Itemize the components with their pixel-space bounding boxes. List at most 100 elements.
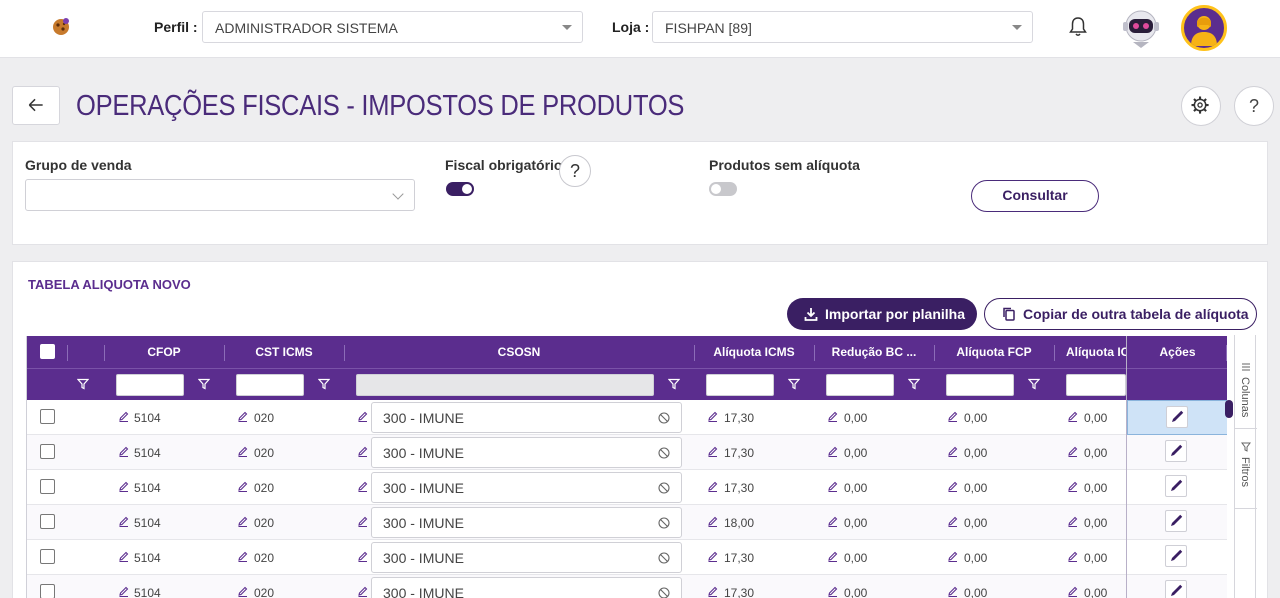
col-header-aliquota-fcp[interactable]: Alíquota FCP <box>934 336 1054 369</box>
cell-fcp[interactable]: 0,00 <box>964 446 987 460</box>
col-header-csosn[interactable]: CSOSN <box>344 336 694 369</box>
filter-icon[interactable] <box>77 378 89 390</box>
filter-icon[interactable] <box>318 378 330 390</box>
csosn-select[interactable]: 300 - IMUNE <box>371 402 682 433</box>
clear-icon[interactable] <box>658 447 670 459</box>
cell-cst[interactable]: 020 <box>254 446 274 460</box>
cell-aliq-icms[interactable]: 17,30 <box>724 551 754 565</box>
cell-cst[interactable]: 020 <box>254 411 274 425</box>
assistant-robot-icon[interactable] <box>1120 6 1162 50</box>
row-checkbox[interactable] <box>40 444 55 459</box>
cell-cfop[interactable]: 5104 <box>134 516 161 530</box>
edit-row-button[interactable] <box>1165 510 1187 532</box>
cell-aliq-icms[interactable]: 17,30 <box>724 446 754 460</box>
cell-reducao[interactable]: 0,00 <box>844 516 867 530</box>
app-logo-icon[interactable] <box>50 15 72 37</box>
copy-table-button[interactable]: Copiar de outra tabela de alíquota <box>984 298 1257 330</box>
cell-aliq-ic[interactable]: 0,00 <box>1084 446 1107 460</box>
filter-icon[interactable] <box>198 378 210 390</box>
cell-fcp[interactable]: 0,00 <box>964 481 987 495</box>
cell-reducao[interactable]: 0,00 <box>844 551 867 565</box>
bell-icon[interactable] <box>1068 16 1088 38</box>
cell-aliq-ic[interactable]: 0,00 <box>1084 586 1107 598</box>
edit-row-button[interactable] <box>1165 580 1187 598</box>
cell-aliq-ic[interactable]: 0,00 <box>1084 551 1107 565</box>
filter-icon[interactable] <box>908 378 920 390</box>
horizontal-scroll-thumb[interactable] <box>1225 400 1233 418</box>
cell-cfop[interactable]: 5104 <box>134 551 161 565</box>
consultar-button[interactable]: Consultar <box>971 180 1099 212</box>
cell-cst[interactable]: 020 <box>254 551 274 565</box>
table-row[interactable]: 5104 020 18,00 0,00 0,00 0,00 300 - IMUNE <box>27 505 1227 540</box>
aliquota-ic-filter-input[interactable] <box>1066 374 1126 396</box>
cell-cst[interactable]: 020 <box>254 516 274 530</box>
clear-icon[interactable] <box>658 482 670 494</box>
columns-tab[interactable]: Colunas <box>1235 359 1257 429</box>
csosn-select[interactable]: 300 - IMUNE <box>371 542 682 573</box>
cell-cfop[interactable]: 5104 <box>134 411 161 425</box>
cell-aliq-icms[interactable]: 17,30 <box>724 411 754 425</box>
table-row[interactable]: 5104 020 17,30 0,00 0,00 0,00 300 - IMUNE <box>27 575 1227 598</box>
cell-aliq-ic[interactable]: 0,00 <box>1084 411 1107 425</box>
filter-icon[interactable] <box>1028 378 1040 390</box>
cell-fcp[interactable]: 0,00 <box>964 586 987 598</box>
row-checkbox[interactable] <box>40 549 55 564</box>
cst-icms-filter-input[interactable] <box>236 374 304 396</box>
clear-icon[interactable] <box>658 412 670 424</box>
cell-cst[interactable]: 020 <box>254 586 274 598</box>
table-row[interactable]: 5104 020 17,30 0,00 0,00 0,00 300 - IMUNE <box>27 435 1227 470</box>
cell-fcp[interactable]: 0,00 <box>964 551 987 565</box>
grupo-venda-select[interactable] <box>25 179 415 211</box>
select-all-checkbox[interactable] <box>40 344 55 359</box>
edit-row-button[interactable] <box>1166 406 1188 428</box>
produtos-sem-aliquota-toggle[interactable] <box>709 182 737 196</box>
cell-reducao[interactable]: 0,00 <box>844 586 867 598</box>
csosn-select[interactable]: 300 - IMUNE <box>371 437 682 468</box>
filters-tab[interactable]: Filtros <box>1235 439 1257 509</box>
cell-aliq-icms[interactable]: 18,00 <box>724 516 754 530</box>
csosn-select[interactable]: 300 - IMUNE <box>371 507 682 538</box>
clear-icon[interactable] <box>658 517 670 529</box>
clear-icon[interactable] <box>658 552 670 564</box>
row-checkbox[interactable] <box>40 479 55 494</box>
col-header-cst-icms[interactable]: CST ICMS <box>224 336 344 369</box>
settings-button[interactable] <box>1181 86 1221 126</box>
clear-icon[interactable] <box>658 587 670 598</box>
help-button[interactable]: ? <box>1234 86 1274 126</box>
cell-reducao[interactable]: 0,00 <box>844 411 867 425</box>
loja-select[interactable]: FISHPAN [89] <box>652 11 1033 43</box>
cell-reducao[interactable]: 0,00 <box>844 481 867 495</box>
cell-cst[interactable]: 020 <box>254 481 274 495</box>
cfop-filter-input[interactable] <box>116 374 184 396</box>
filter-icon[interactable] <box>788 378 800 390</box>
edit-row-button[interactable] <box>1165 440 1187 462</box>
cell-cfop[interactable]: 5104 <box>134 586 161 598</box>
col-header-reducao-bc[interactable]: Redução BC ... <box>814 336 934 369</box>
cell-cfop[interactable]: 5104 <box>134 481 161 495</box>
aliquota-icms-filter-input[interactable] <box>706 374 774 396</box>
edit-row-button[interactable] <box>1165 475 1187 497</box>
cell-fcp[interactable]: 0,00 <box>964 411 987 425</box>
perfil-select[interactable]: ADMINISTRADOR SISTEMA <box>202 11 583 43</box>
import-spreadsheet-button[interactable]: Importar por planilha <box>787 298 977 330</box>
col-header-cfop[interactable]: CFOP <box>104 336 224 369</box>
cell-aliq-ic[interactable]: 0,00 <box>1084 481 1107 495</box>
row-checkbox[interactable] <box>40 409 55 424</box>
table-row[interactable]: 5104 020 17,30 0,00 0,00 0,00 300 - IMUNE <box>27 470 1227 505</box>
csosn-select[interactable]: 300 - IMUNE <box>371 472 682 503</box>
reducao-bc-filter-input[interactable] <box>826 374 894 396</box>
cell-aliq-icms[interactable]: 17,30 <box>724 586 754 598</box>
fiscal-obrigatorio-toggle[interactable] <box>446 182 474 196</box>
table-row[interactable]: 5104 020 17,30 0,00 0,00 0,00 300 - IMUNE <box>27 400 1227 435</box>
csosn-select[interactable]: 300 - IMUNE <box>371 577 682 598</box>
row-checkbox[interactable] <box>40 514 55 529</box>
cell-aliq-icms[interactable]: 17,30 <box>724 481 754 495</box>
cell-aliq-ic[interactable]: 0,00 <box>1084 516 1107 530</box>
col-header-aliquota-ic[interactable]: Alíquota IC <box>1054 336 1126 369</box>
row-checkbox[interactable] <box>40 584 55 598</box>
table-row[interactable]: 5104 020 17,30 0,00 0,00 0,00 300 - IMUNE <box>27 540 1227 575</box>
aliquota-fcp-filter-input[interactable] <box>946 374 1014 396</box>
fiscal-help-button[interactable]: ? <box>559 155 591 187</box>
cell-fcp[interactable]: 0,00 <box>964 516 987 530</box>
filter-icon[interactable] <box>668 378 680 390</box>
